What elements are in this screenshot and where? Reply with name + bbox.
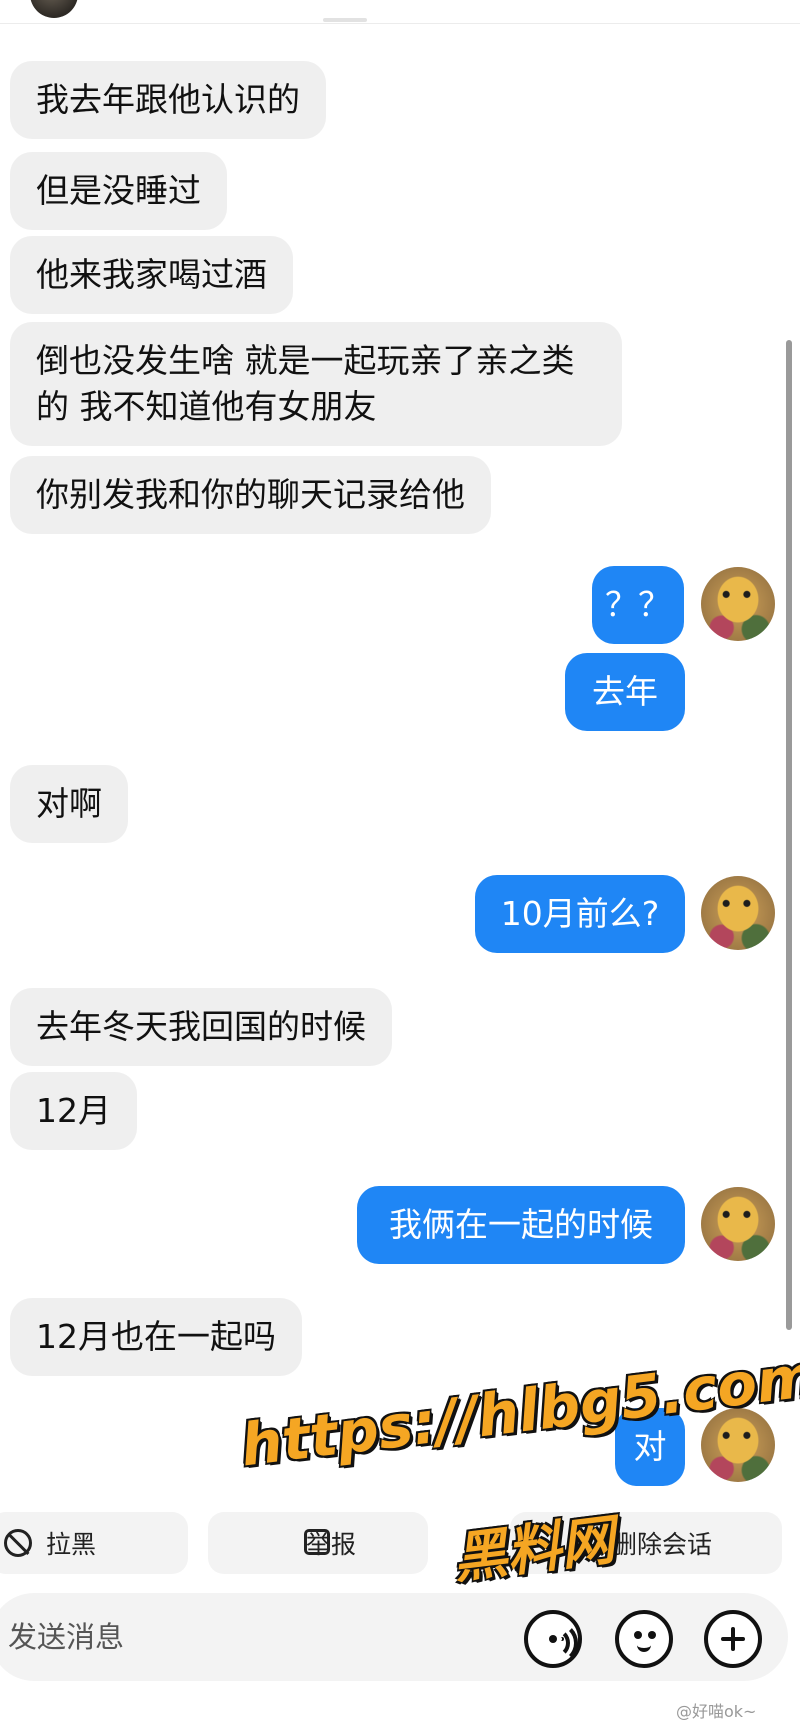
message-incoming[interactable]: 但是没睡过 <box>10 152 227 230</box>
block-button[interactable]: 拉黑 <box>0 1512 188 1574</box>
voice-icon[interactable] <box>524 1610 582 1668</box>
message-text: 你别发我和你的聊天记录给他 <box>36 475 465 514</box>
report-icon <box>304 1529 330 1555</box>
message-outgoing[interactable]: ？？ <box>592 566 684 644</box>
message-text: ？？ <box>605 585 671 624</box>
block-label: 拉黑 <box>46 1530 97 1559</box>
message-text: 去年 <box>592 672 658 711</box>
message-incoming[interactable]: 12月 <box>10 1072 137 1150</box>
message-incoming[interactable]: 对啊 <box>10 765 128 843</box>
plus-icon[interactable] <box>704 1610 762 1668</box>
message-text: 去年冬天我回国的时候 <box>36 1007 366 1046</box>
message-incoming[interactable]: 他来我家喝过酒 <box>10 236 293 314</box>
message-incoming[interactable]: 去年冬天我回国的时候 <box>10 988 392 1066</box>
message-incoming[interactable]: 我去年跟他认识的 <box>10 61 326 139</box>
delete-label: 删除会话 <box>612 1530 713 1559</box>
user-avatar[interactable] <box>701 876 775 950</box>
message-text: 他来我家喝过酒 <box>36 255 267 294</box>
message-outgoing[interactable]: 10月前么? <box>475 875 685 953</box>
message-text: 12月 <box>36 1091 111 1130</box>
image-credit: @好喵ok~ <box>676 1702 757 1721</box>
user-avatar[interactable] <box>701 567 775 641</box>
message-incoming[interactable]: 你别发我和你的聊天记录给他 <box>10 456 491 534</box>
message-text: 倒也没发生啥 就是一起玩亲了亲之类的 我不知道他有女朋友 <box>36 341 575 426</box>
message-outgoing[interactable]: 我俩在一起的时候 <box>357 1186 685 1264</box>
message-input[interactable] <box>8 1593 488 1681</box>
message-text: 12月也在一起吗 <box>36 1317 276 1356</box>
contact-avatar[interactable] <box>30 0 78 18</box>
header-divider <box>323 18 367 22</box>
emoji-icon[interactable] <box>615 1610 673 1668</box>
user-avatar[interactable] <box>701 1187 775 1261</box>
chat-header <box>0 0 800 24</box>
message-text: 我去年跟他认识的 <box>36 80 300 119</box>
report-button[interactable]: 举报 <box>208 1512 428 1574</box>
block-icon <box>4 1529 32 1557</box>
message-text: 对啊 <box>36 784 102 823</box>
message-text: 10月前么? <box>500 894 660 933</box>
message-incoming[interactable]: 倒也没发生啥 就是一起玩亲了亲之类的 我不知道他有女朋友 <box>10 322 622 446</box>
message-text: 我俩在一起的时候 <box>389 1205 653 1244</box>
message-incoming[interactable]: 12月也在一起吗 <box>10 1298 302 1376</box>
message-text: 但是没睡过 <box>36 171 201 210</box>
scrollbar[interactable] <box>786 340 792 1330</box>
conversation-actions: 拉黑 举报 删除会话 <box>0 1512 800 1578</box>
message-outgoing[interactable]: 去年 <box>565 653 685 731</box>
watermark-name: 黑料网 <box>449 1508 619 1591</box>
